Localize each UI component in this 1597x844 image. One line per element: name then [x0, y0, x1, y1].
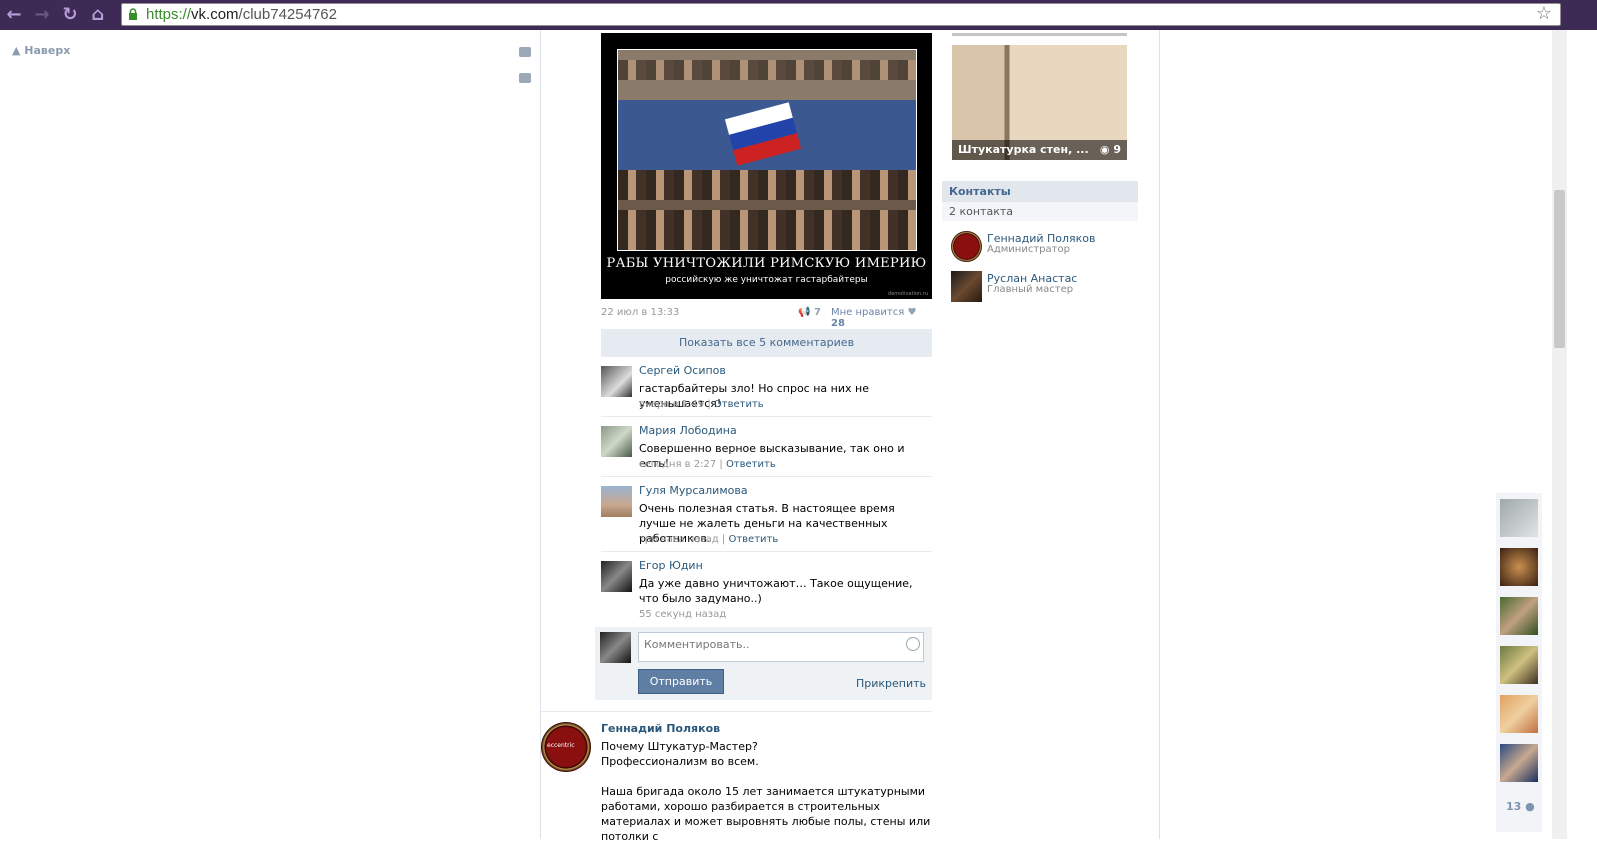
comment-time: вчера в 1:49 [639, 399, 705, 410]
image-watermark: demotivation.ru [888, 291, 928, 297]
show-all-comments-button[interactable]: Показать все 5 комментариев [601, 329, 932, 357]
contacts-count: 2 контакта [942, 202, 1138, 221]
attach-link[interactable]: Прикрепить [856, 677, 926, 690]
comment-input[interactable]: Комментировать.. [638, 632, 924, 662]
contacts-header[interactable]: Контакты [942, 181, 1138, 202]
comment-author[interactable]: Сергей Осипов [639, 364, 726, 377]
message-icon[interactable] [519, 47, 531, 57]
avatar[interactable] [951, 231, 982, 262]
megaphone-icon: 📢 [798, 307, 811, 318]
friend-avatar[interactable] [1500, 548, 1538, 586]
post-divider [541, 711, 932, 712]
reply-link[interactable]: Ответить [728, 534, 778, 545]
user-icon: ● [1525, 800, 1535, 813]
album-count: 9 [1113, 143, 1121, 156]
avatar[interactable] [951, 271, 982, 302]
to-top-label: Наверх [24, 44, 71, 57]
smile-icon[interactable] [906, 637, 920, 651]
lock-icon [129, 8, 137, 20]
send-button[interactable]: Отправить [638, 669, 724, 694]
forward-icon[interactable]: → [31, 5, 53, 25]
contact-role: Администратор [987, 244, 1070, 255]
home-icon[interactable]: ⌂ [87, 5, 109, 25]
friends-count-value: 13 [1506, 800, 1522, 813]
avatar[interactable] [601, 561, 632, 592]
contact-role: Главный мастер [987, 284, 1074, 295]
flag-icon [724, 102, 802, 166]
comment-form: Комментировать.. Отправить Прикрепить [595, 627, 932, 700]
friend-avatar[interactable] [1500, 499, 1538, 537]
comment-item: Гуля Мурсалимова Очень полезная статья. … [601, 484, 932, 552]
back-icon[interactable]: ← [3, 5, 25, 25]
comment-item: Сергей Осипов гастарбайтеры зло! Но спро… [601, 364, 932, 417]
avatar-logo-text: eccentric [547, 742, 575, 749]
friends-panel: 13 ● [1496, 493, 1542, 832]
avatar[interactable] [601, 366, 632, 397]
image-subtitle: российскую же уничтожат гастарбайтеры [665, 275, 868, 285]
page-column: РАБЫ УНИЧТОЖИЛИ РИМСКУЮ ИМЕРИЮ российску… [540, 30, 1160, 843]
post-text: Почему Штукатур-Мастер? Профессионализм … [601, 740, 931, 843]
reload-icon[interactable]: ↻ [59, 5, 81, 25]
friend-avatar[interactable] [1500, 744, 1538, 782]
demotivator-photo [617, 49, 917, 251]
avatar [600, 632, 631, 663]
reply-link[interactable]: Ответить [726, 459, 776, 470]
reply-link[interactable]: Ответить [714, 399, 764, 410]
repost-button[interactable]: 📢 7 [798, 307, 821, 318]
avatar[interactable]: eccentric [541, 722, 591, 772]
avatar[interactable] [601, 486, 632, 517]
url-text: https://vk.com/club74254762 [146, 6, 337, 23]
contact-item[interactable]: Геннадий Поляков Администратор [951, 231, 1141, 263]
comment-time: три часа назад [639, 534, 719, 545]
comment-item: Мария Лободина Совершенно верное высказы… [601, 424, 932, 477]
album-divider [952, 33, 1127, 36]
contact-item[interactable]: Руслан Анастас Главный мастер [951, 271, 1141, 303]
scroll-to-top-link[interactable]: ▲ Наверх [12, 44, 70, 57]
chat-icon[interactable] [519, 73, 531, 83]
like-button[interactable]: Мне нравится ♥ 28 [831, 307, 932, 329]
comment-time: сегодня в 2:27 [639, 459, 717, 470]
post-author[interactable]: Геннадий Поляков [601, 722, 720, 735]
bookmark-star-icon[interactable]: ☆ [1536, 4, 1552, 24]
comment-author[interactable]: Гуля Мурсалимова [639, 484, 748, 497]
camera-icon: ◉ [1099, 143, 1110, 156]
heart-icon: ♥ [907, 307, 917, 318]
comment-author[interactable]: Мария Лободина [639, 424, 737, 437]
comment-author[interactable]: Егор Юдин [639, 559, 703, 572]
post-meta: 22 июл в 13:33 📢 7 Мне нравится ♥ 28 [601, 307, 932, 329]
repost-count: 7 [813, 307, 821, 318]
image-title: РАБЫ УНИЧТОЖИЛИ РИМСКУЮ ИМЕРИЮ [606, 256, 927, 271]
browser-toolbar: ← → ↻ ⌂ https://vk.com/club74254762 ☆ [0, 0, 1597, 30]
friend-avatar[interactable] [1500, 695, 1538, 733]
like-count: 28 [831, 318, 845, 329]
avatar[interactable] [601, 426, 632, 457]
friends-count[interactable]: 13 ● [1506, 800, 1535, 813]
comment-text: Да уже давно уничтожают… Такое ощущение,… [639, 577, 913, 605]
friend-avatar[interactable] [1500, 597, 1538, 635]
photo-album[interactable]: Штукатурка стен, ... ◉ 9 [952, 45, 1127, 160]
post-image[interactable]: РАБЫ УНИЧТОЖИЛИ РИМСКУЮ ИМЕРИЮ российску… [601, 33, 932, 299]
comment-time: 55 секунд назад [639, 609, 727, 620]
friend-avatar[interactable] [1500, 646, 1538, 684]
scrollbar-thumb[interactable] [1554, 190, 1565, 348]
album-title: Штукатурка стен, ... [958, 143, 1089, 156]
address-bar[interactable]: https://vk.com/club74254762 ☆ [121, 3, 1561, 26]
scrollbar[interactable] [1552, 30, 1567, 839]
comment-item: Егор Юдин Да уже давно уничтожают… Такое… [601, 559, 932, 625]
post-date[interactable]: 22 июл в 13:33 [601, 307, 679, 318]
like-label: Мне нравится [831, 307, 905, 318]
